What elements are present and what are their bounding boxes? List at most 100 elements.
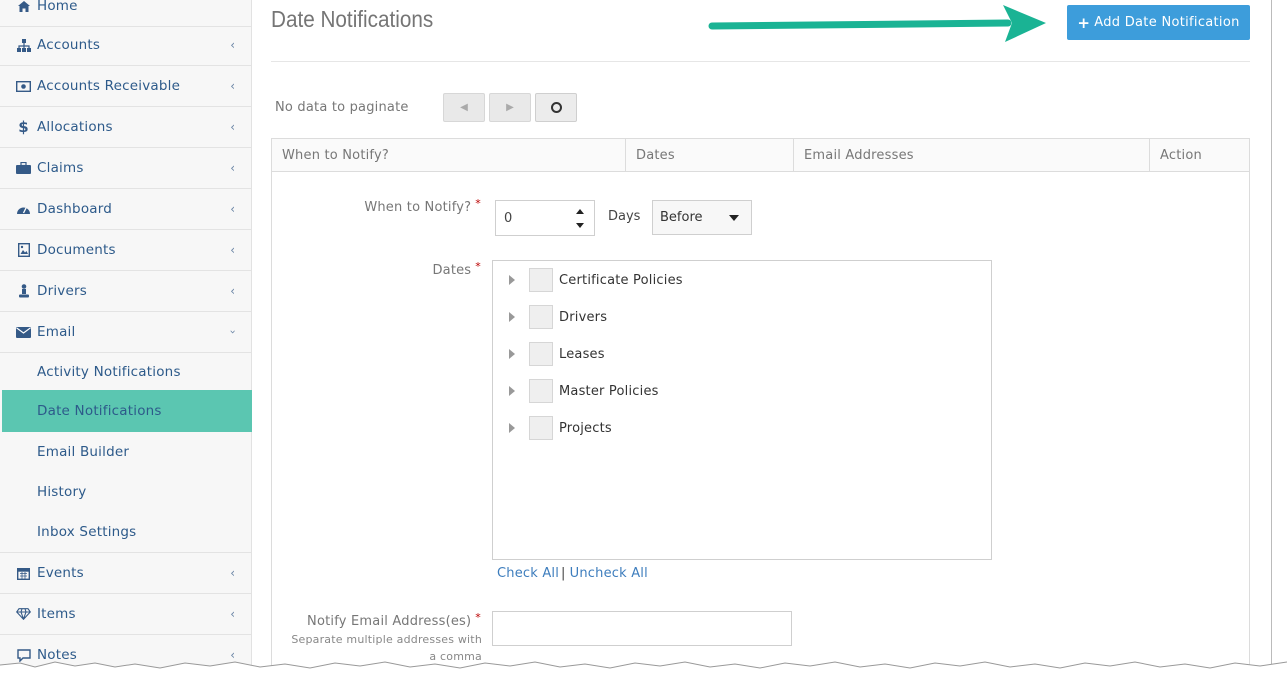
- sidebar-item-label: Drivers: [37, 283, 87, 299]
- plus-icon: +: [1077, 13, 1091, 32]
- expand-caret-icon[interactable]: [509, 312, 515, 322]
- diamond-icon: [16, 607, 31, 622]
- sidebar-subitem-email-builder[interactable]: Email Builder: [0, 432, 251, 472]
- tree-checkbox[interactable]: [529, 379, 553, 403]
- email-hint-line-1: Separate multiple addresses with: [291, 633, 482, 646]
- expand-caret-icon[interactable]: [509, 275, 515, 285]
- tree-item[interactable]: Projects: [493, 416, 973, 442]
- driver-icon: [16, 284, 31, 299]
- pagination-status: No data to paginate: [275, 100, 409, 115]
- refresh-button[interactable]: [535, 93, 577, 122]
- column-header-email-addresses[interactable]: Email Addresses: [794, 139, 1150, 171]
- before-after-select[interactable]: Before: [652, 200, 752, 235]
- prev-page-button[interactable]: ◀: [443, 93, 485, 122]
- dates-tree: Certificate Policies Drivers Leases Mast…: [492, 260, 992, 560]
- chevron-down-icon: ›: [226, 329, 240, 335]
- days-label: Days: [608, 209, 641, 224]
- refresh-icon: [550, 102, 562, 113]
- tree-item-label: Master Policies: [559, 384, 659, 399]
- sidebar-item-accounts[interactable]: Accounts ‹: [0, 25, 251, 66]
- main-content: Date Notifications + Add Date Notificati…: [271, 0, 1251, 678]
- sidebar-item-label: Documents: [37, 242, 116, 258]
- chevron-left-icon: ‹: [230, 243, 235, 257]
- check-links: Check All | Uncheck All: [497, 566, 648, 581]
- sidebar-item-label: Email: [37, 324, 76, 340]
- annotation-arrow-icon: [708, 5, 1046, 42]
- sidebar-subitem-date-notifications[interactable]: Date Notifications: [2, 390, 252, 432]
- sidebar-item-email[interactable]: Email ›: [0, 312, 251, 353]
- sidebar-subitem-activity-notifications[interactable]: Activity Notifications: [0, 352, 251, 392]
- next-page-button[interactable]: ▶: [489, 93, 531, 122]
- chevron-left-icon: ‹: [230, 120, 235, 134]
- sidebar-item-dashboard[interactable]: Dashboard ‹: [0, 189, 251, 230]
- column-header-dates[interactable]: Dates: [626, 139, 794, 171]
- add-date-notification-label: Add Date Notification: [1094, 15, 1240, 30]
- expand-caret-icon[interactable]: [509, 386, 515, 396]
- sidebar-item-events[interactable]: Events ‹: [0, 553, 251, 594]
- chevron-left-icon: ‹: [230, 161, 235, 175]
- chevron-left-icon: ‹: [230, 79, 235, 93]
- tree-item-label: Leases: [559, 347, 605, 362]
- tree-item-label: Projects: [559, 421, 612, 436]
- tree-checkbox[interactable]: [529, 268, 553, 292]
- select-value: Before: [660, 210, 703, 225]
- notify-email-input[interactable]: [492, 611, 792, 646]
- expand-caret-icon[interactable]: [509, 423, 515, 433]
- page-title: Date Notifications: [271, 6, 434, 32]
- sidebar-item-label: Accounts Receivable: [37, 78, 181, 94]
- sidebar-item-home[interactable]: Home: [0, 0, 251, 27]
- sidebar-subitem-inbox-settings[interactable]: Inbox Settings: [0, 512, 251, 552]
- spinner-down-icon[interactable]: [576, 223, 584, 228]
- add-date-notification-button[interactable]: + Add Date Notification: [1067, 5, 1250, 40]
- sidebar-subitem-history[interactable]: History: [0, 472, 251, 512]
- chevron-left-icon: ‹: [230, 566, 235, 580]
- briefcase-icon: [16, 161, 31, 176]
- tree-item-label: Certificate Policies: [559, 273, 683, 288]
- image-file-icon: [16, 243, 31, 258]
- page-edge: [1271, 0, 1272, 665]
- sidebar-item-label: Accounts: [37, 37, 101, 53]
- check-all-link[interactable]: Check All: [497, 566, 559, 581]
- link-separator: |: [561, 566, 566, 581]
- caret-left-icon: ◀: [460, 102, 468, 113]
- sidebar-item-label: Allocations: [37, 119, 113, 135]
- sidebar-item-label: Items: [37, 606, 76, 622]
- tree-checkbox[interactable]: [529, 342, 553, 366]
- required-marker: *: [475, 260, 481, 273]
- uncheck-all-link[interactable]: Uncheck All: [570, 566, 648, 581]
- expand-caret-icon[interactable]: [509, 349, 515, 359]
- dashboard-icon: [16, 202, 31, 217]
- sidebar-item-documents[interactable]: Documents ‹: [0, 230, 251, 271]
- sidebar-item-items[interactable]: Items ‹: [0, 594, 251, 635]
- sitemap-icon: [16, 38, 31, 53]
- sidebar-item-label: Events: [37, 565, 84, 581]
- tree-checkbox[interactable]: [529, 305, 553, 329]
- tree-item[interactable]: Leases: [493, 342, 973, 368]
- sidebar-item-claims[interactable]: Claims ‹: [0, 148, 251, 189]
- spinner-up-icon[interactable]: [576, 209, 584, 214]
- chevron-left-icon: ‹: [230, 607, 235, 621]
- torn-edge-decoration: [0, 661, 1287, 678]
- email-submenu: Activity Notifications Date Notification…: [0, 352, 252, 553]
- chevron-left-icon: ‹: [230, 284, 235, 298]
- tree-item-label: Drivers: [559, 310, 608, 325]
- home-icon: [16, 0, 31, 14]
- tree-checkbox[interactable]: [529, 416, 553, 440]
- tree-item[interactable]: Certificate Policies: [493, 268, 973, 294]
- column-header-when[interactable]: When to Notify?: [272, 139, 626, 171]
- tree-item[interactable]: Drivers: [493, 305, 973, 331]
- sidebar-item-allocations[interactable]: $ Allocations ‹: [0, 107, 251, 148]
- sidebar: Home Accounts ‹ Accounts Receivable ‹ $ …: [0, 0, 252, 678]
- tree-item[interactable]: Master Policies: [493, 379, 973, 405]
- sidebar-item-drivers[interactable]: Drivers ‹: [0, 271, 251, 312]
- when-to-notify-days-input[interactable]: 0: [495, 200, 595, 236]
- divider: [271, 61, 1250, 62]
- caret-right-icon: ▶: [506, 102, 514, 113]
- dollar-icon: $: [18, 118, 29, 136]
- chevron-left-icon: ‹: [230, 202, 235, 216]
- sidebar-item-accounts-receivable[interactable]: Accounts Receivable ‹: [0, 66, 251, 107]
- column-header-action: Action: [1160, 147, 1202, 163]
- sidebar-item-label: Claims: [37, 160, 84, 176]
- sidebar-item-label: Dashboard: [37, 201, 113, 217]
- notify-email-label: Notify Email Address(es) *: [307, 611, 481, 629]
